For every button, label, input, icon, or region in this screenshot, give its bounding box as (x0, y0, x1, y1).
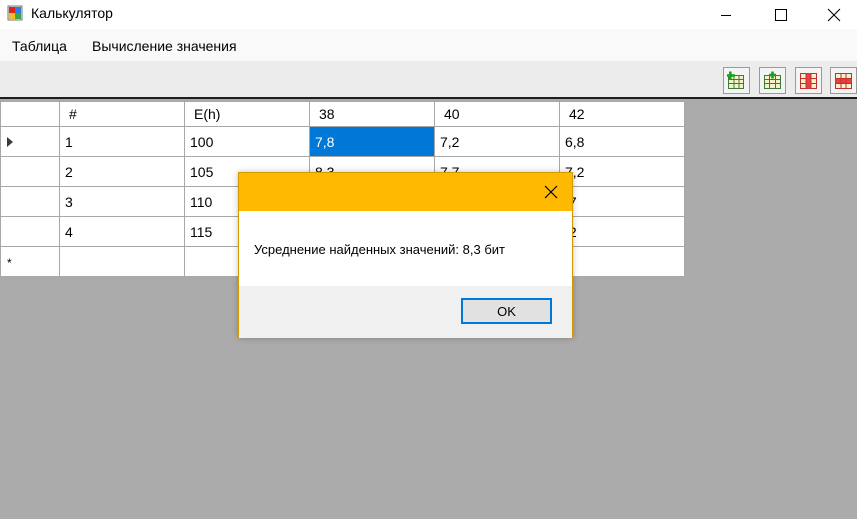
add-column-icon[interactable] (759, 67, 786, 94)
grid-cell[interactable]: 4 (59, 216, 185, 247)
toolbar (0, 61, 857, 99)
grid-cell[interactable]: ,2 (559, 216, 685, 247)
delete-row-icon[interactable] (830, 67, 857, 94)
message-dialog: Усреднение найденных значений: 8,3 бит O… (238, 172, 573, 338)
current-row-arrow-icon (7, 136, 13, 147)
grid-cell[interactable]: 7,2 (434, 126, 560, 157)
column-header[interactable]: 42 (559, 101, 685, 127)
column-header[interactable]: 38 (309, 101, 435, 127)
dialog-title-bar (239, 173, 572, 211)
grid-header-row: # E(h) 38 40 42 (0, 101, 685, 127)
grid-cell[interactable] (559, 246, 685, 277)
corner-header-cell[interactable] (0, 101, 60, 127)
table-row: 1 100 7,8 7,2 6,8 (0, 126, 685, 157)
menu-table[interactable]: Таблица (12, 38, 67, 54)
new-row-marker: * (7, 255, 12, 270)
menu-calculate-value[interactable]: Вычисление значения (92, 38, 237, 54)
grid-cell[interactable] (59, 246, 185, 277)
row-header[interactable] (0, 126, 60, 157)
minimize-icon[interactable] (703, 0, 749, 29)
add-row-icon[interactable] (723, 67, 750, 94)
grid-cell[interactable]: 100 (184, 126, 310, 157)
column-header[interactable]: # (59, 101, 185, 127)
grid-cell-selected[interactable]: 7,8 (309, 126, 435, 157)
column-header[interactable]: 40 (434, 101, 560, 127)
grid-cell[interactable]: 2 (59, 156, 185, 187)
grid-cell[interactable]: ,7 (559, 186, 685, 217)
close-icon[interactable] (811, 0, 857, 29)
column-header[interactable]: E(h) (184, 101, 310, 127)
ok-button[interactable]: OK (461, 298, 552, 324)
grid-cell[interactable]: 7,2 (559, 156, 685, 187)
grid-cell[interactable]: 3 (59, 186, 185, 217)
dialog-close-icon[interactable] (544, 185, 558, 199)
dialog-message: Усреднение найденных значений: 8,3 бит (254, 242, 505, 257)
maximize-icon[interactable] (758, 0, 804, 29)
grid-cell[interactable]: 1 (59, 126, 185, 157)
window-title: Калькулятор (31, 5, 113, 21)
row-header[interactable]: * (0, 246, 60, 277)
row-header[interactable] (0, 216, 60, 247)
grid-cell[interactable]: 6,8 (559, 126, 685, 157)
dialog-footer: OK (239, 286, 572, 338)
app-grid-icon (7, 5, 23, 21)
row-header[interactable] (0, 156, 60, 187)
title-bar: Калькулятор (0, 0, 857, 29)
delete-column-icon[interactable] (795, 67, 822, 94)
row-header[interactable] (0, 186, 60, 217)
menu-bar: Таблица Вычисление значения (0, 29, 857, 61)
